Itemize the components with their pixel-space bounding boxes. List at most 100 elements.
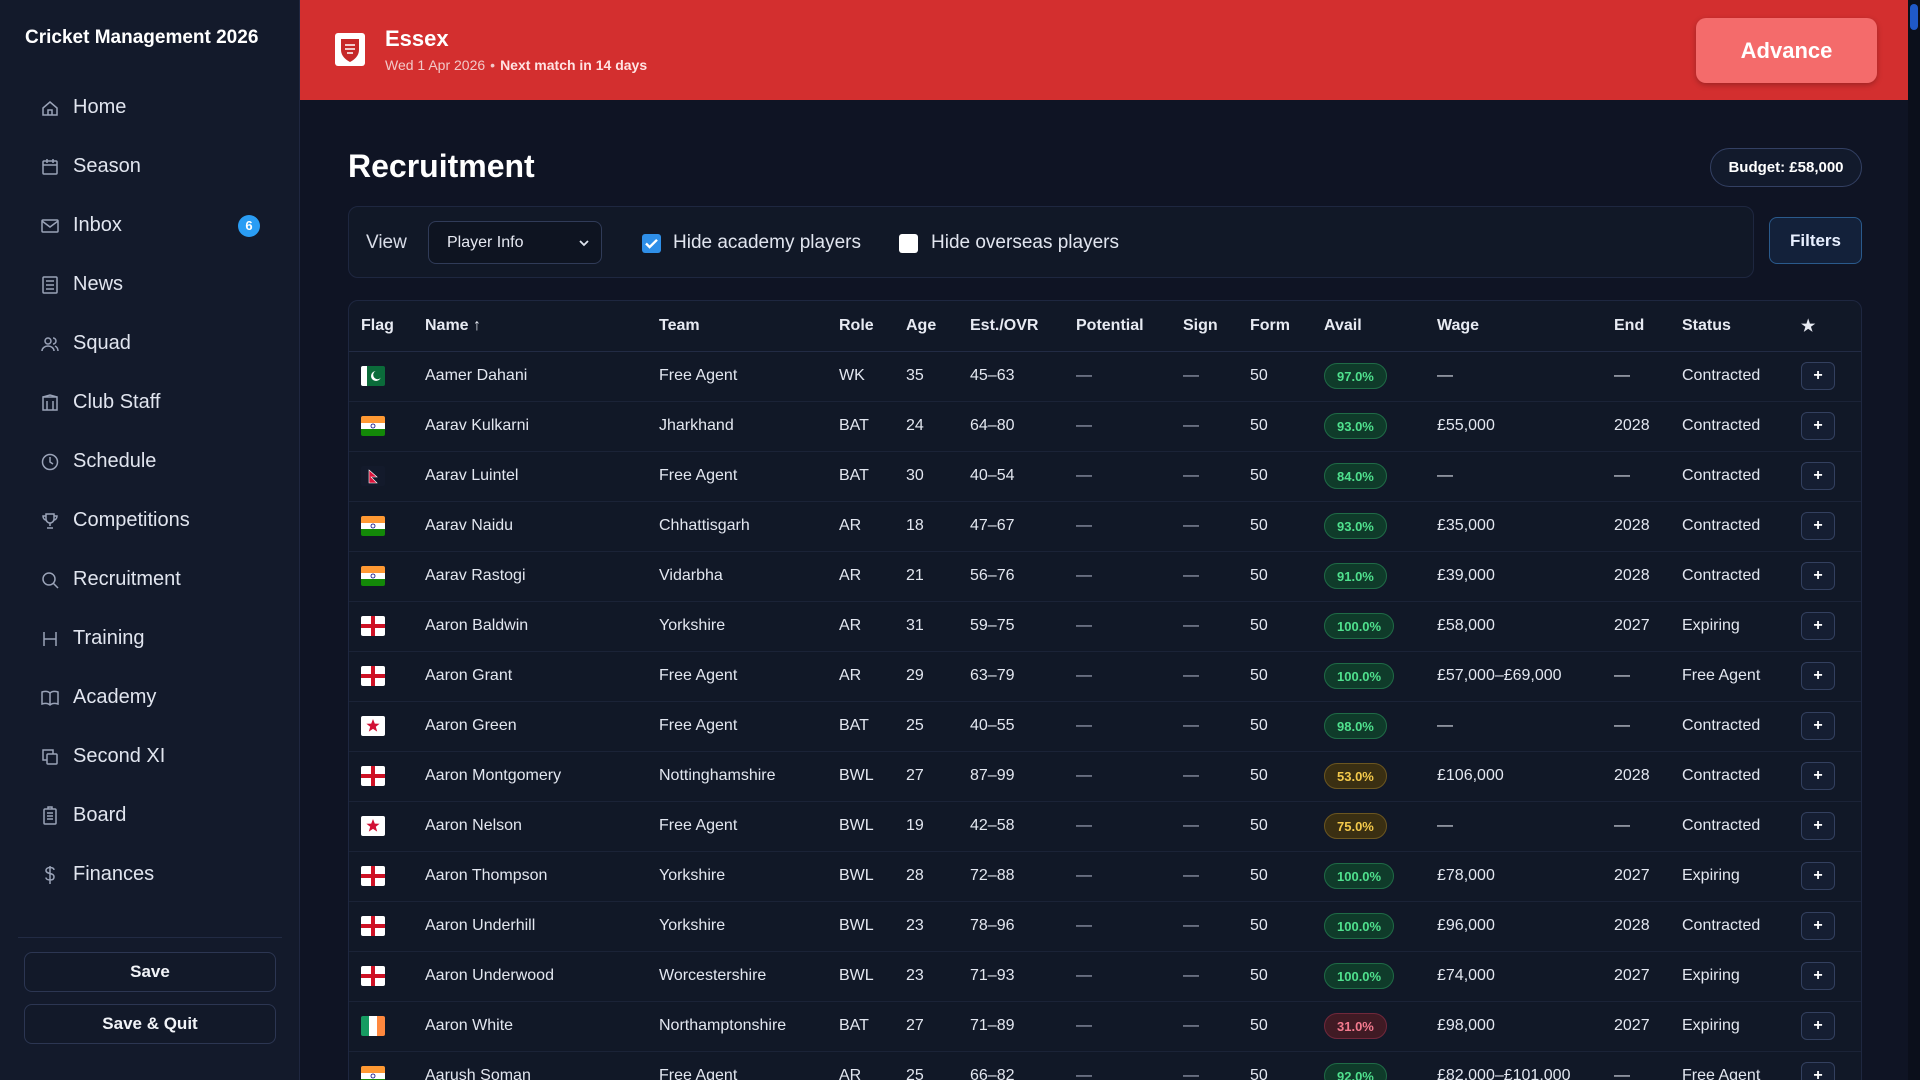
save-button[interactable]: Save bbox=[24, 952, 276, 992]
age-cell: 30 bbox=[894, 451, 958, 502]
shortlist-add-button[interactable]: + bbox=[1801, 912, 1835, 940]
shortlist-add-button[interactable]: + bbox=[1801, 612, 1835, 640]
end-cell: 2028 bbox=[1602, 551, 1670, 602]
shortlist-add-button[interactable]: + bbox=[1801, 362, 1835, 390]
hide-overseas-label[interactable]: Hide overseas players bbox=[931, 232, 1119, 254]
header-col-name[interactable]: Name ↑ bbox=[413, 301, 647, 352]
hide-academy-label[interactable]: Hide academy players bbox=[673, 232, 861, 254]
shortlist-add-button[interactable]: + bbox=[1801, 512, 1835, 540]
potential-cell: — bbox=[1064, 901, 1171, 952]
ovr-cell: 64–80 bbox=[958, 401, 1064, 452]
header-col-age[interactable]: Age bbox=[894, 301, 958, 352]
sidebar-item-label: Season bbox=[73, 155, 141, 177]
home-icon bbox=[42, 100, 58, 116]
advance-button[interactable]: Advance bbox=[1696, 18, 1877, 83]
header-col-ovr[interactable]: Est./OVR bbox=[958, 301, 1064, 352]
table-row[interactable]: Aaron Underwood Worcestershire BWL 23 71–93—… bbox=[349, 951, 1861, 1002]
team-cell: Nottinghamshire bbox=[647, 751, 827, 802]
header-col-shortlist[interactable]: ★ bbox=[1789, 301, 1861, 352]
shortlist-add-button[interactable]: + bbox=[1801, 562, 1835, 590]
team-cell: Free Agent bbox=[647, 651, 827, 702]
header-col-potential[interactable]: Potential bbox=[1064, 301, 1171, 352]
header-col-avail[interactable]: Avail bbox=[1312, 301, 1425, 352]
flag-cell bbox=[349, 401, 413, 452]
table-row[interactable]: Aaron White Northamptonshire BAT 27 71–89— —5… bbox=[349, 1001, 1861, 1052]
ovr-cell: 47–67 bbox=[958, 501, 1064, 552]
table-row[interactable]: Aaron Thompson Yorkshire BWL 28 72–88— —50 100… bbox=[349, 851, 1861, 902]
avail-cell: 98.0% bbox=[1312, 701, 1425, 752]
shortlist-add-button[interactable]: + bbox=[1801, 862, 1835, 890]
sidebar-item-inbox[interactable]: Inbox 6 bbox=[0, 196, 300, 255]
table-row[interactable]: Aarav Naidu Chhattisgarh AR 18 47–67— —50 93.0… bbox=[349, 501, 1861, 552]
wage-cell: £78,000 bbox=[1425, 851, 1602, 902]
sidebar-nav: Home Season Inbox 6 News Squad Club Staff Sched… bbox=[0, 78, 300, 904]
view-select[interactable]: Player Info bbox=[428, 221, 602, 264]
table-row[interactable]: Aaron Nelson Free Agent BWL 19 42–58— —50 75.0… bbox=[349, 801, 1861, 852]
view-label: View bbox=[366, 232, 407, 253]
table-row[interactable]: Aaron Underhill Yorkshire BWL 23 78–96— —50 10… bbox=[349, 901, 1861, 952]
table-row[interactable]: Aaron Montgomery Nottinghamshire BWL 27 87–9… bbox=[349, 751, 1861, 802]
sidebar-item-competitions[interactable]: Competitions bbox=[0, 491, 300, 550]
header-col-form[interactable]: Form bbox=[1238, 301, 1312, 352]
name-cell: Aarush Soman bbox=[413, 1051, 647, 1080]
header-col-team[interactable]: Team bbox=[647, 301, 827, 352]
shortlist-add-button[interactable]: + bbox=[1801, 462, 1835, 490]
scrollbar[interactable] bbox=[1908, 0, 1920, 1080]
header-col-sign[interactable]: Sign bbox=[1171, 301, 1238, 352]
header-col-wage[interactable]: Wage bbox=[1425, 301, 1602, 352]
sidebar-item-board[interactable]: Board bbox=[0, 786, 300, 845]
table-row[interactable]: Aaron Green Free Agent BAT 25 40–55— —50 98.0%… bbox=[349, 701, 1861, 752]
flag-cell bbox=[349, 701, 413, 752]
hide-overseas-checkbox[interactable] bbox=[899, 234, 918, 253]
status-cell: Free Agent bbox=[1670, 651, 1789, 702]
table-row[interactable]: Aaron Grant Free Agent AR 29 63–79— —50 100.0%… bbox=[349, 651, 1861, 702]
shortlist-add-button[interactable]: + bbox=[1801, 1012, 1835, 1040]
shortlist-cell: + bbox=[1789, 401, 1861, 452]
shortlist-cell: + bbox=[1789, 451, 1861, 502]
table-row[interactable]: Aaron Baldwin Yorkshire AR 31 59–75— —50 100.0… bbox=[349, 601, 1861, 652]
header-col-flag[interactable]: Flag bbox=[349, 301, 413, 352]
table-row[interactable]: Aarav Rastogi Vidarbha AR 21 56–76— —50 91.0% £… bbox=[349, 551, 1861, 602]
ovr-cell: 56–76 bbox=[958, 551, 1064, 602]
shortlist-add-button[interactable]: + bbox=[1801, 812, 1835, 840]
end-cell: — bbox=[1602, 1051, 1670, 1080]
header-col-role[interactable]: Role bbox=[827, 301, 894, 352]
sidebar-item-label: Recruitment bbox=[73, 568, 181, 590]
app-title: Cricket Management 2026 bbox=[25, 27, 259, 48]
sidebar-item-season[interactable]: Season bbox=[0, 137, 300, 196]
table-row[interactable]: Aarav Kulkarni Jharkhand BAT 24 64–80— —50 93.… bbox=[349, 401, 1861, 452]
sidebar-item-news[interactable]: News bbox=[0, 255, 300, 314]
shortlist-add-button[interactable]: + bbox=[1801, 1062, 1835, 1080]
table-row[interactable]: Aamer Dahani Free Agent WK 35 45–63— —50 97.0%… bbox=[349, 351, 1861, 402]
sidebar-item-finances[interactable]: Finances bbox=[0, 845, 300, 904]
sidebar-item-recruitment[interactable]: Recruitment bbox=[0, 550, 300, 609]
shortlist-add-button[interactable]: + bbox=[1801, 662, 1835, 690]
wage-cell: £57,000–£69,000 bbox=[1425, 651, 1602, 702]
avail-cell: 100.0% bbox=[1312, 901, 1425, 952]
table-row[interactable]: Aarush Soman Free Agent AR 25 66–82— —50 92.0%… bbox=[349, 1051, 1861, 1080]
scrollbar-thumb[interactable] bbox=[1910, 4, 1918, 30]
sidebar-item-second-xi[interactable]: Second XI bbox=[0, 727, 300, 786]
flag-cell bbox=[349, 851, 413, 902]
sidebar-item-schedule[interactable]: Schedule bbox=[0, 432, 300, 491]
sign-cell: — bbox=[1171, 601, 1238, 652]
save-quit-button[interactable]: Save & Quit bbox=[24, 1004, 276, 1044]
sidebar-item-training[interactable]: Training bbox=[0, 609, 300, 668]
table-row[interactable]: Aarav Luintel Free Agent BAT 30 40–54— —50 84.… bbox=[349, 451, 1861, 502]
shortlist-add-button[interactable]: + bbox=[1801, 412, 1835, 440]
end-cell: — bbox=[1602, 451, 1670, 502]
header-col-end[interactable]: End bbox=[1602, 301, 1670, 352]
filters-button[interactable]: Filters bbox=[1769, 217, 1862, 264]
sidebar-item-squad[interactable]: Squad bbox=[0, 314, 300, 373]
wales-flag-icon bbox=[361, 716, 385, 736]
shortlist-add-button[interactable]: + bbox=[1801, 712, 1835, 740]
sidebar-item-home[interactable]: Home bbox=[0, 78, 300, 137]
sidebar-item-academy[interactable]: Academy bbox=[0, 668, 300, 727]
header-col-status[interactable]: Status bbox=[1670, 301, 1789, 352]
shortlist-add-button[interactable]: + bbox=[1801, 762, 1835, 790]
shortlist-add-button[interactable]: + bbox=[1801, 962, 1835, 990]
end-cell: 2027 bbox=[1602, 601, 1670, 652]
sidebar-item-club-staff[interactable]: Club Staff bbox=[0, 373, 300, 432]
hide-academy-checkbox[interactable] bbox=[642, 234, 661, 253]
ovr-cell: 42–58 bbox=[958, 801, 1064, 852]
